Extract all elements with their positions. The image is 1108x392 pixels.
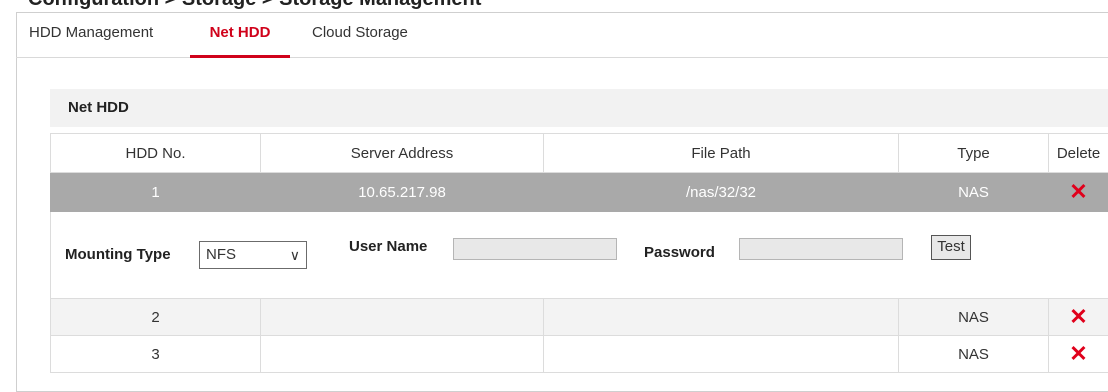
table-header-row: HDD No. Server Address File Path Type De…	[51, 134, 1108, 173]
password-input[interactable]	[739, 238, 903, 260]
user-name-label: User Name	[349, 238, 427, 255]
cell-server-address: 10.65.217.98	[261, 173, 544, 212]
cell-file-path	[544, 336, 899, 373]
column-header-hdd-no: HDD No.	[51, 134, 261, 173]
mount-detail-cell: Mounting Type NFS ∨ User Name Password T…	[51, 212, 1108, 299]
column-header-type: Type	[899, 134, 1049, 173]
test-button[interactable]: Test	[931, 235, 971, 260]
mounting-type-value: NFS	[206, 246, 236, 263]
tab-net-hdd[interactable]: Net HDD	[190, 12, 290, 58]
table-row[interactable]: 2 NAS ✕	[51, 299, 1108, 336]
page-heading: Configuration > Storage > Storage Manage…	[28, 0, 481, 11]
mounting-type-select[interactable]: NFS ∨	[199, 241, 307, 269]
mount-detail-row: Mounting Type NFS ∨ User Name Password T…	[51, 212, 1108, 299]
cell-server-address	[261, 299, 544, 336]
mounting-type-label: Mounting Type	[65, 246, 171, 263]
close-x-icon[interactable]: ✕	[1069, 304, 1087, 329]
cell-hdd-no: 3	[51, 336, 261, 373]
cell-file-path: /nas/32/32	[544, 173, 899, 212]
tab-bar: HDD Management Net HDD Cloud Storage	[16, 12, 1108, 58]
tab-hdd-management[interactable]: HDD Management	[29, 12, 153, 58]
cell-hdd-no: 1	[51, 173, 261, 212]
net-hdd-table: HDD No. Server Address File Path Type De…	[50, 133, 1108, 373]
cell-delete: ✕	[1049, 336, 1108, 373]
close-x-icon[interactable]: ✕	[1069, 341, 1087, 366]
section-title: Net HDD	[68, 89, 129, 127]
cell-type: NAS	[899, 299, 1049, 336]
user-name-input[interactable]	[453, 238, 617, 260]
column-header-delete: Delete	[1049, 134, 1108, 173]
column-header-file-path: File Path	[544, 134, 899, 173]
cell-delete: ✕	[1049, 299, 1108, 336]
password-label: Password	[644, 244, 715, 261]
column-header-server-address: Server Address	[261, 134, 544, 173]
tab-cloud-storage[interactable]: Cloud Storage	[312, 12, 408, 58]
mount-detail-panel: Mounting Type NFS ∨ User Name Password T…	[51, 212, 1108, 298]
close-x-icon[interactable]: ✕	[1069, 179, 1087, 204]
table-row-selected[interactable]: 1 10.65.217.98 /nas/32/32 NAS ✕	[51, 173, 1108, 212]
cell-type: NAS	[899, 336, 1049, 373]
cell-file-path	[544, 299, 899, 336]
cell-hdd-no: 2	[51, 299, 261, 336]
cell-delete: ✕	[1049, 173, 1108, 212]
chevron-down-icon: ∨	[290, 242, 300, 268]
table-row[interactable]: 3 NAS ✕	[51, 336, 1108, 373]
cell-server-address	[261, 336, 544, 373]
cell-type: NAS	[899, 173, 1049, 212]
section-header: Net HDD	[50, 89, 1108, 127]
